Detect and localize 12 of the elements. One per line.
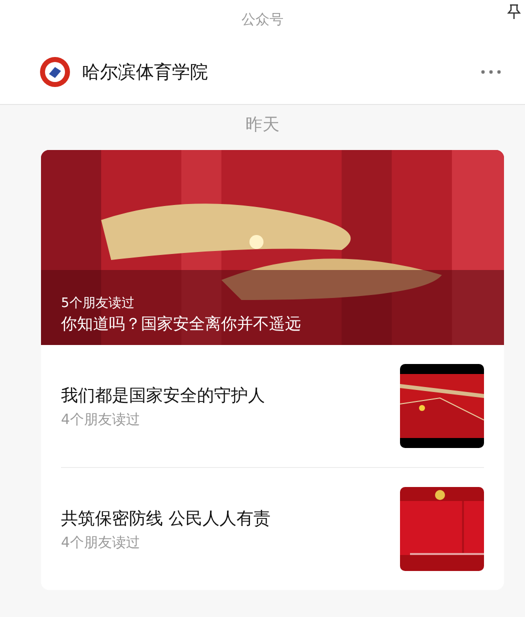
logo-icon (40, 57, 70, 87)
readers-count: 5个朋友读过 (61, 295, 136, 312)
article-title[interactable]: 共筑保密防线 公民人人有责 (61, 506, 400, 530)
pin-icon[interactable] (507, 4, 521, 20)
readers-count: 4个朋友读过 (61, 534, 141, 552)
article-title[interactable]: 我们都是国家安全的守护人 (61, 384, 400, 406)
date-label: 昨天 (246, 114, 280, 136)
article-title[interactable]: 你知道吗？国家安全离你并不遥远 (61, 314, 484, 335)
more-icon[interactable] (481, 70, 501, 74)
account-name: 哈尔滨体育学院 (82, 61, 209, 84)
window-title: 公众号 (242, 11, 284, 29)
readers-count: 4个朋友读过 (61, 410, 141, 428)
